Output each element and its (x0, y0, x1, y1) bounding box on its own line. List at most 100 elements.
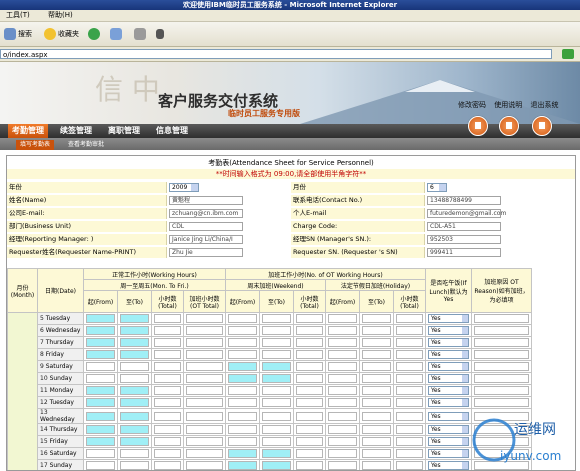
time-input[interactable] (120, 350, 149, 359)
tab-resignation[interactable]: 离职管理 (104, 124, 144, 138)
lunch-select[interactable]: Yes (428, 412, 469, 421)
requester-field[interactable]: Zhu Jie (169, 248, 243, 257)
time-input[interactable] (396, 412, 423, 421)
time-input[interactable] (120, 362, 149, 371)
lunch-select[interactable]: Yes (428, 449, 469, 458)
time-input[interactable] (396, 338, 423, 347)
time-input[interactable] (362, 398, 391, 407)
time-input[interactable] (262, 437, 291, 446)
edit-button[interactable] (156, 27, 164, 41)
lunch-select[interactable]: Yes (428, 338, 469, 347)
time-input[interactable] (262, 398, 291, 407)
time-input[interactable] (86, 412, 115, 421)
time-input[interactable] (154, 449, 181, 458)
history-button[interactable] (88, 27, 100, 41)
time-input[interactable] (328, 398, 357, 407)
time-input[interactable] (396, 314, 423, 323)
lunch-select[interactable]: Yes (428, 398, 469, 407)
lunch-select[interactable]: Yes (428, 362, 469, 371)
time-input[interactable] (154, 386, 181, 395)
time-input[interactable] (228, 338, 257, 347)
time-input[interactable] (262, 326, 291, 335)
time-input[interactable] (228, 425, 257, 434)
subtab-fill-attendance[interactable]: 填写考勤表 (16, 140, 54, 150)
time-input[interactable] (228, 314, 257, 323)
time-input[interactable] (154, 314, 181, 323)
time-input[interactable] (362, 425, 391, 434)
time-input[interactable] (296, 362, 323, 371)
lunch-select[interactable]: Yes (428, 425, 469, 434)
time-input[interactable] (296, 437, 323, 446)
year-select[interactable]: 2009 (169, 183, 199, 192)
name-field[interactable]: 黄魁程 (169, 196, 243, 205)
tab-attendance[interactable]: 考勤管理 (8, 124, 48, 138)
time-input[interactable] (120, 386, 149, 395)
time-input[interactable] (154, 362, 181, 371)
time-input[interactable] (186, 314, 223, 323)
time-input[interactable] (86, 314, 115, 323)
document-icon[interactable] (499, 116, 519, 136)
time-input[interactable] (154, 350, 181, 359)
go-icon[interactable] (562, 49, 574, 59)
company-email-field[interactable]: zchuang@cn.ibm.com (169, 209, 243, 218)
time-input[interactable] (362, 362, 391, 371)
time-input[interactable] (186, 412, 223, 421)
time-input[interactable] (186, 386, 223, 395)
tab-info[interactable]: 信息管理 (152, 124, 192, 138)
time-input[interactable] (296, 314, 323, 323)
time-input[interactable] (396, 374, 423, 383)
search-button[interactable]: 搜索 (4, 27, 32, 41)
lunch-select[interactable]: Yes (428, 314, 469, 323)
time-input[interactable] (154, 425, 181, 434)
time-input[interactable] (228, 437, 257, 446)
time-input[interactable] (228, 398, 257, 407)
time-input[interactable] (262, 338, 291, 347)
time-input[interactable] (396, 326, 423, 335)
time-input[interactable] (362, 326, 391, 335)
time-input[interactable] (120, 412, 149, 421)
time-input[interactable] (362, 374, 391, 383)
time-input[interactable] (396, 398, 423, 407)
time-input[interactable] (328, 374, 357, 383)
time-input[interactable] (86, 425, 115, 434)
time-input[interactable] (154, 412, 181, 421)
manager-sn-field[interactable]: 952503 (427, 235, 501, 244)
time-input[interactable] (120, 449, 149, 458)
time-input[interactable] (396, 386, 423, 395)
time-input[interactable] (86, 350, 115, 359)
time-input[interactable] (328, 362, 357, 371)
time-input[interactable] (362, 386, 391, 395)
favorites-button[interactable]: 收藏夹 (44, 27, 79, 41)
time-input[interactable] (362, 412, 391, 421)
time-input[interactable] (228, 362, 257, 371)
time-input[interactable] (86, 362, 115, 371)
time-input[interactable] (186, 374, 223, 383)
time-input[interactable] (228, 374, 257, 383)
personal-email-field[interactable]: futuredemon@gmail.com (427, 209, 501, 218)
time-input[interactable] (396, 362, 423, 371)
time-input[interactable] (328, 338, 357, 347)
time-input[interactable] (120, 425, 149, 434)
time-input[interactable] (396, 350, 423, 359)
exit-icon[interactable] (532, 116, 552, 136)
time-input[interactable] (154, 326, 181, 335)
time-input[interactable] (262, 362, 291, 371)
ot-reason-input[interactable] (474, 398, 529, 407)
time-input[interactable] (396, 437, 423, 446)
time-input[interactable] (296, 425, 323, 434)
address-input[interactable]: o/index.aspx (0, 49, 552, 59)
time-input[interactable] (186, 437, 223, 446)
lunch-select[interactable]: Yes (428, 326, 469, 335)
time-input[interactable] (328, 386, 357, 395)
time-input[interactable] (362, 338, 391, 347)
time-input[interactable] (228, 386, 257, 395)
help-link[interactable]: 使用说明 (494, 101, 522, 109)
time-input[interactable] (228, 449, 257, 458)
ot-reason-input[interactable] (474, 326, 529, 335)
lunch-select[interactable]: Yes (428, 350, 469, 359)
time-input[interactable] (296, 412, 323, 421)
ot-reason-input[interactable] (474, 386, 529, 395)
time-input[interactable] (328, 350, 357, 359)
ot-reason-input[interactable] (474, 374, 529, 383)
contact-field[interactable]: 13488788499 (427, 196, 501, 205)
